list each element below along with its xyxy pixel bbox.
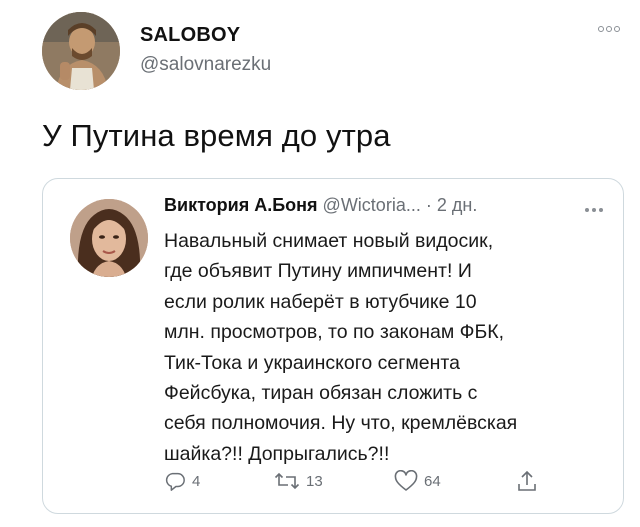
share-button[interactable] bbox=[516, 468, 538, 494]
like-count: 64 bbox=[424, 472, 441, 490]
quoted-author-name[interactable]: Виктория А.Боня bbox=[164, 195, 318, 215]
quoted-tweet[interactable]: Виктория А.Боня @Wictoria... · 2 дн. Нав… bbox=[42, 178, 624, 514]
separator-dot: · bbox=[425, 195, 432, 215]
tweet-card: SALOBOY @salovnarezku У Путина время до … bbox=[0, 0, 640, 527]
like-button[interactable]: 64 bbox=[394, 468, 441, 494]
quoted-author-handle[interactable]: @Wictoria... bbox=[323, 195, 421, 215]
author-avatar[interactable] bbox=[42, 12, 120, 90]
quoted-timestamp[interactable]: 2 дн. bbox=[437, 195, 477, 215]
reply-button[interactable]: 4 bbox=[164, 468, 200, 494]
tweet-text: У Путина время до утра bbox=[42, 118, 391, 153]
quoted-text: Навальный снимает новый видосик, где объ… bbox=[164, 230, 518, 465]
heart-icon bbox=[394, 470, 418, 491]
retweet-icon bbox=[274, 472, 300, 490]
author-handle[interactable]: @salovnarezku bbox=[140, 54, 271, 76]
quoted-header: Виктория А.Боня @Wictoria... · 2 дн. bbox=[164, 195, 477, 216]
author-name[interactable]: SALOBOY bbox=[140, 24, 240, 47]
reply-icon bbox=[165, 472, 185, 491]
reply-count: 4 bbox=[192, 472, 201, 490]
quoted-more-icon[interactable] bbox=[585, 205, 607, 215]
retweet-button[interactable]: 13 bbox=[274, 468, 323, 494]
share-icon bbox=[518, 470, 536, 491]
action-bar: 4 13 64 bbox=[164, 468, 604, 494]
quoted-author-avatar[interactable] bbox=[70, 199, 148, 277]
more-icon[interactable] bbox=[596, 20, 622, 38]
retweet-count: 13 bbox=[306, 472, 323, 490]
